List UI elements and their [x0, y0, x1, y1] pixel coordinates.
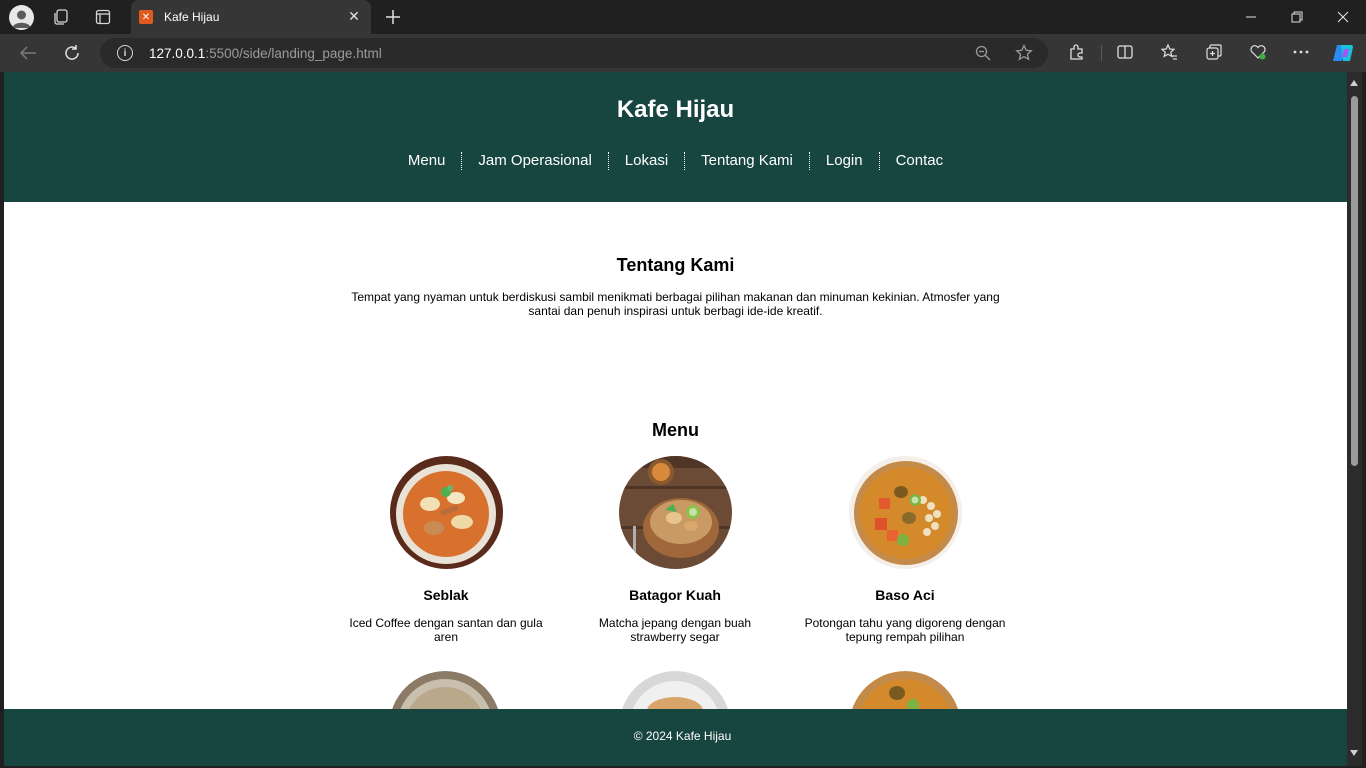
site-title: Kafe Hijau: [616, 96, 735, 123]
copilot-icon[interactable]: [1331, 41, 1355, 65]
browser-tab-bar: ✕ Kafe Hijau ✕: [0, 0, 1366, 34]
nav-item-lokasi[interactable]: Lokasi: [607, 152, 684, 170]
baso-aci-photo: [848, 456, 962, 569]
scroll-up-icon[interactable]: [1350, 80, 1358, 86]
site-nav: Menu Jam Operasional Lokasi Tentang Kami…: [4, 152, 1347, 170]
favorites-icon[interactable]: [1160, 43, 1178, 61]
tab-actions-icon[interactable]: [95, 9, 111, 25]
dish-description: Matcha jepang dengan buah strawberry seg…: [598, 616, 752, 644]
browser-toolbar: i 127.0.0.1:5500/side/landing_page.html: [0, 34, 1366, 72]
nav-item-contac[interactable]: Contac: [878, 152, 960, 170]
minimize-icon[interactable]: [1228, 0, 1274, 34]
page-viewport: Kafe Hijau Menu Jam Operasional Lokasi T…: [4, 72, 1347, 766]
nav-item-menu[interactable]: Menu: [392, 152, 462, 170]
refresh-icon[interactable]: [62, 43, 82, 63]
toolbar-divider: [1101, 45, 1102, 61]
menu-heading: Menu: [652, 420, 699, 440]
restore-icon[interactable]: [1274, 0, 1320, 34]
scroll-down-icon[interactable]: [1350, 750, 1358, 756]
workspaces-icon[interactable]: [52, 8, 70, 26]
batagor-kuah-photo: [618, 456, 732, 569]
site-info-icon[interactable]: i: [117, 45, 133, 61]
dish-description: Potongan tahu yang digoreng dengan tepun…: [804, 616, 1006, 644]
extensions-icon[interactable]: [1068, 43, 1086, 61]
more-options-icon[interactable]: [1292, 43, 1310, 61]
scroll-thumb[interactable]: [1351, 96, 1358, 466]
split-screen-icon[interactable]: [1116, 43, 1134, 61]
browser-essentials-icon[interactable]: [1249, 43, 1267, 61]
tab-close-icon[interactable]: ✕: [346, 8, 362, 24]
page-scrollbar[interactable]: [1347, 72, 1362, 766]
dish-description: Iced Coffee dengan santan dan gula aren: [349, 616, 543, 644]
menu-card-batagor-kuah[interactable]: Batagor Kuah Matcha jepang dengan buah s…: [560, 456, 790, 644]
profile-avatar-icon[interactable]: [9, 5, 34, 30]
nav-item-tentang-kami[interactable]: Tentang Kami: [684, 152, 809, 170]
back-icon[interactable]: [18, 44, 38, 62]
menu-card-baso-aci[interactable]: Baso Aci Potongan tahu yang digoreng den…: [790, 456, 1020, 644]
browser-tab-active[interactable]: ✕ Kafe Hijau ✕: [131, 0, 371, 34]
url-text[interactable]: 127.0.0.1:5500/side/landing_page.html: [149, 46, 382, 61]
new-tab-icon[interactable]: [382, 6, 404, 28]
xampp-favicon-icon: ✕: [139, 10, 153, 24]
favorite-star-icon[interactable]: [1015, 44, 1033, 62]
site-footer: © 2024 Kafe Hijau: [4, 709, 1347, 766]
address-bar[interactable]: i 127.0.0.1:5500/side/landing_page.html: [100, 38, 1048, 68]
close-window-icon[interactable]: [1320, 0, 1366, 34]
copyright-text: © 2024 Kafe Hijau: [633, 729, 732, 743]
tab-title: Kafe Hijau: [164, 10, 220, 24]
zoom-out-icon[interactable]: [975, 45, 991, 61]
menu-card-seblak[interactable]: Seblak Iced Coffee dengan santan dan gul…: [331, 456, 561, 644]
site-header: Kafe Hijau Menu Jam Operasional Lokasi T…: [4, 72, 1347, 202]
about-heading: Tentang Kami: [616, 255, 735, 275]
collections-icon[interactable]: [1205, 43, 1223, 61]
dish-name: Baso Aci: [875, 587, 935, 603]
seblak-photo: [389, 456, 503, 569]
dish-name: Batagor Kuah: [629, 587, 721, 603]
nav-item-login[interactable]: Login: [808, 152, 879, 170]
dish-name: Seblak: [423, 587, 469, 603]
about-text: Tempat yang nyaman untuk berdiskusi samb…: [351, 290, 1000, 318]
nav-item-jam-operasional[interactable]: Jam Operasional: [461, 152, 607, 170]
